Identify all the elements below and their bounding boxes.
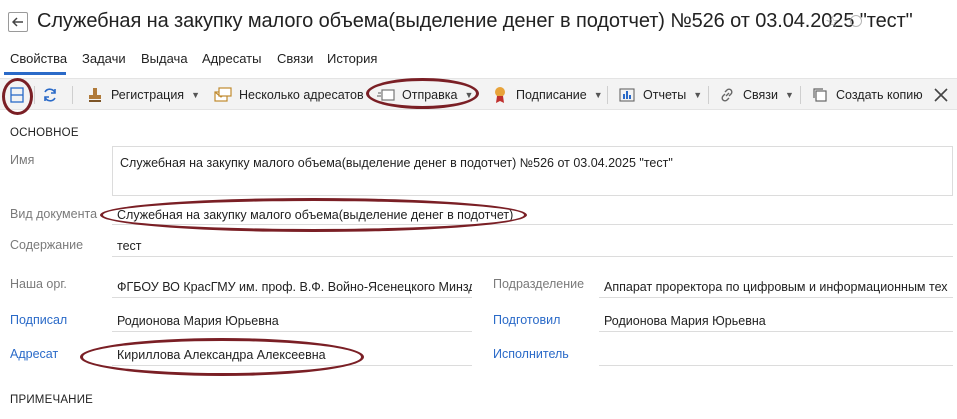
- several-addressees-label: Несколько адресатов: [239, 88, 364, 102]
- division-label: Подразделение: [493, 277, 585, 291]
- division-underline: [599, 297, 953, 298]
- link-icon: [718, 86, 736, 104]
- section-note-header: ПРИМЕЧАНИЕ: [10, 394, 94, 406]
- tab-history[interactable]: История: [327, 51, 377, 66]
- executor-label[interactable]: Исполнитель: [493, 347, 569, 361]
- refresh-button[interactable]: [41, 79, 66, 111]
- toolbar: Регистрация ▼ Несколько адресатов Отправ…: [0, 78, 957, 110]
- close-icon: [934, 88, 948, 102]
- content-field[interactable]: тест: [117, 239, 947, 253]
- signing-label: Подписание: [516, 88, 587, 102]
- create-copy-button[interactable]: Создать копию: [811, 79, 923, 111]
- doc-type-underline: [112, 224, 953, 225]
- chevron-down-icon: ▼: [693, 90, 703, 100]
- prepared-by-field[interactable]: Родионова Мария Юрьевна: [604, 314, 953, 328]
- arrow-left-icon: [12, 17, 23, 27]
- bar-chart-icon: [618, 86, 636, 104]
- toolbar-divider: [800, 86, 801, 104]
- star-icon[interactable]: ☆: [825, 12, 839, 32]
- links-label: Связи: [743, 88, 779, 102]
- executor-underline: [599, 365, 953, 366]
- tab-links[interactable]: Связи: [277, 51, 313, 66]
- stamp-icon: [86, 86, 104, 104]
- section-main-header: ОСНОВНОЕ: [10, 127, 79, 139]
- reports-label: Отчеты: [643, 88, 687, 102]
- registration-label: Регистрация: [111, 88, 185, 102]
- back-button[interactable]: [8, 12, 28, 32]
- chevron-down-icon: ▼: [464, 90, 474, 100]
- title-bar: Служебная на закупку малого объема(выдел…: [0, 0, 957, 44]
- addressee-underline: [112, 365, 472, 366]
- signing-button[interactable]: Подписание ▼: [491, 79, 603, 111]
- several-addressees-button[interactable]: Несколько адресатов: [214, 79, 364, 111]
- chevron-down-icon: ▼: [191, 90, 200, 100]
- our-org-label: Наша орг.: [10, 277, 67, 291]
- refresh-icon: [41, 86, 59, 104]
- content-label: Содержание: [10, 238, 84, 252]
- signed-by-field[interactable]: Родионова Мария Юрьевна: [117, 314, 472, 328]
- doc-type-field[interactable]: Служебная на закупку малого объема(выдел…: [117, 208, 947, 222]
- tab-issue[interactable]: Выдача: [141, 51, 188, 66]
- addressee-label[interactable]: Адресат: [10, 347, 58, 361]
- save-button[interactable]: [8, 79, 33, 111]
- prepared-by-label[interactable]: Подготовил: [493, 313, 560, 327]
- signed-by-label[interactable]: Подписал: [10, 313, 67, 327]
- sending-button[interactable]: Отправка ▼: [377, 79, 473, 111]
- executor-field[interactable]: [604, 348, 953, 363]
- close-button[interactable]: [934, 79, 948, 111]
- send-icon: [377, 86, 395, 104]
- our-org-field[interactable]: ФГБОУ ВО КрасГМУ им. проф. В.Ф. Войно-Яс…: [117, 280, 472, 294]
- registration-button[interactable]: Регистрация ▼: [86, 79, 200, 111]
- document-title: Служебная на закупку малого объема(выдел…: [37, 10, 913, 32]
- name-label: Имя: [10, 153, 35, 167]
- toolbar-divider: [607, 86, 608, 104]
- toolbar-divider: [34, 86, 35, 104]
- active-tab-indicator: [4, 72, 66, 75]
- prepared-by-underline: [599, 331, 953, 332]
- chevron-down-icon: ▼: [593, 90, 603, 100]
- doc-type-label: Вид документа: [10, 207, 98, 221]
- seal-icon: [491, 86, 509, 104]
- tab-addressees[interactable]: Адресаты: [202, 51, 261, 66]
- toolbar-divider: [708, 86, 709, 104]
- name-field[interactable]: Служебная на закупку малого объема(выдел…: [112, 146, 953, 196]
- our-org-underline: [112, 297, 472, 298]
- save-icon: [8, 86, 26, 104]
- chevron-down-icon: ▼: [785, 90, 794, 100]
- toolbar-divider: [72, 86, 73, 104]
- signed-by-underline: [112, 331, 472, 332]
- status-circle-icon[interactable]: [850, 15, 862, 27]
- name-value: Служебная на закупку малого объема(выдел…: [120, 156, 673, 170]
- tab-properties[interactable]: Свойства: [10, 51, 67, 66]
- links-button[interactable]: Связи ▼: [718, 79, 794, 111]
- reports-button[interactable]: Отчеты ▼: [618, 79, 702, 111]
- addressee-field[interactable]: Кириллова Александра Алексеевна: [117, 348, 472, 362]
- tab-bar: Свойства Задачи Выдача Адресаты Связи Ис…: [0, 44, 957, 77]
- copy-icon: [811, 86, 829, 104]
- envelopes-icon: [214, 86, 232, 104]
- division-field[interactable]: Аппарат проректора по цифровым и информа…: [604, 280, 953, 294]
- content-underline: [112, 256, 953, 257]
- create-copy-label: Создать копию: [836, 88, 923, 102]
- sending-label: Отправка: [402, 88, 458, 102]
- tab-tasks[interactable]: Задачи: [82, 51, 126, 66]
